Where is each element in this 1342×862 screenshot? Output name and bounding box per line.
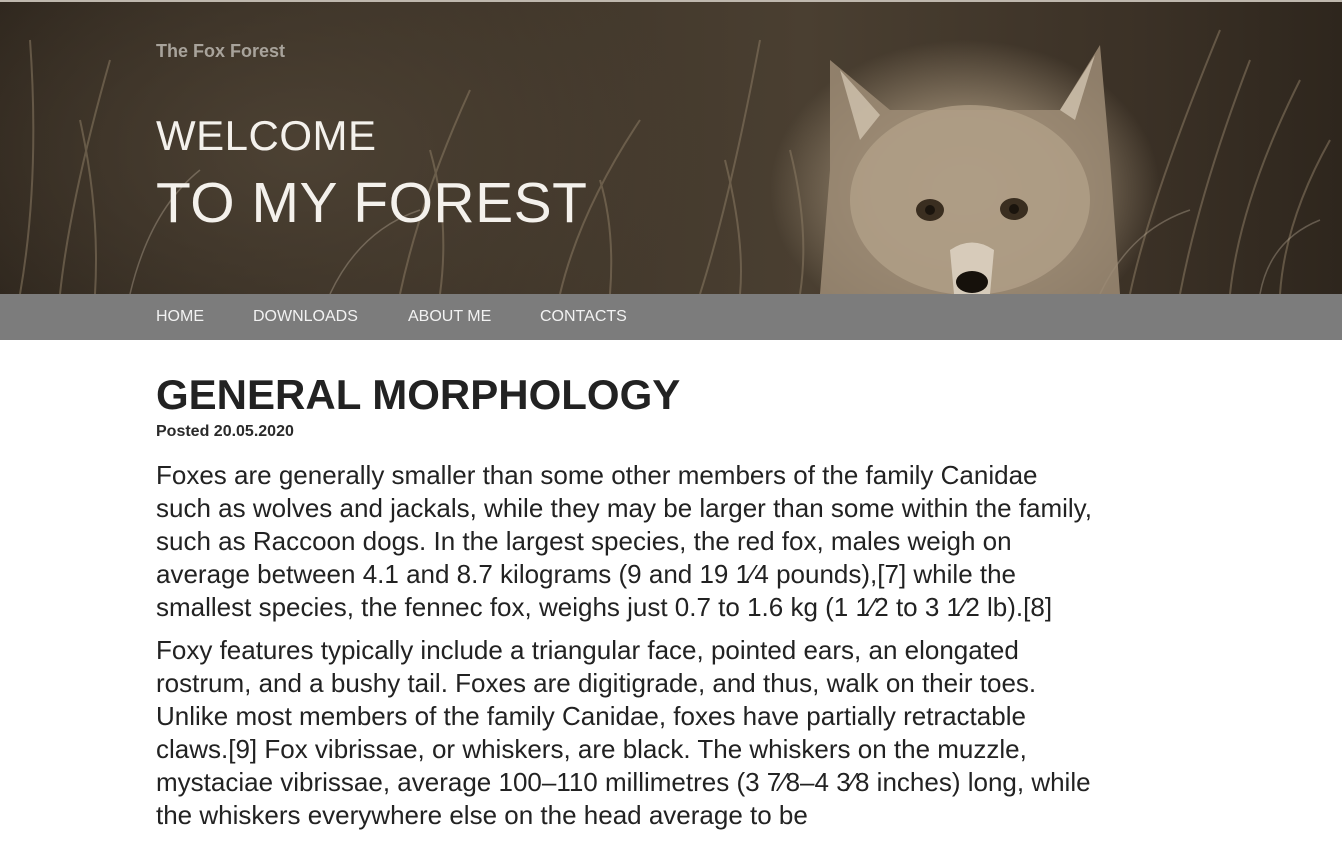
hero-heading-line2: TO MY FOREST: [156, 171, 588, 235]
hero-heading-line1: WELCOME: [156, 112, 377, 159]
nav-about-me[interactable]: ABOUT ME: [408, 308, 491, 326]
nav-contacts[interactable]: CONTACTS: [540, 308, 627, 326]
nav-home[interactable]: HOME: [156, 308, 204, 326]
hero-banner: The Fox Forest WELCOME TO MY FOREST: [0, 0, 1342, 294]
post-title: GENERAL MORPHOLOGY: [156, 371, 681, 418]
post-date: Posted 20.05.2020: [156, 423, 294, 440]
post-paragraph: Foxes are generally smaller than some ot…: [156, 460, 1092, 622]
post-paragraph: Foxy features typically include a triang…: [156, 635, 1091, 830]
site-name[interactable]: The Fox Forest: [156, 41, 285, 62]
fox-icon: [820, 45, 1120, 294]
nav-downloads[interactable]: DOWNLOADS: [253, 308, 358, 326]
main-nav: HOME DOWNLOADS ABOUT ME CONTACTS: [0, 294, 1342, 340]
post-content: GENERAL MORPHOLOGY Posted 20.05.2020 Fox…: [156, 370, 1096, 832]
